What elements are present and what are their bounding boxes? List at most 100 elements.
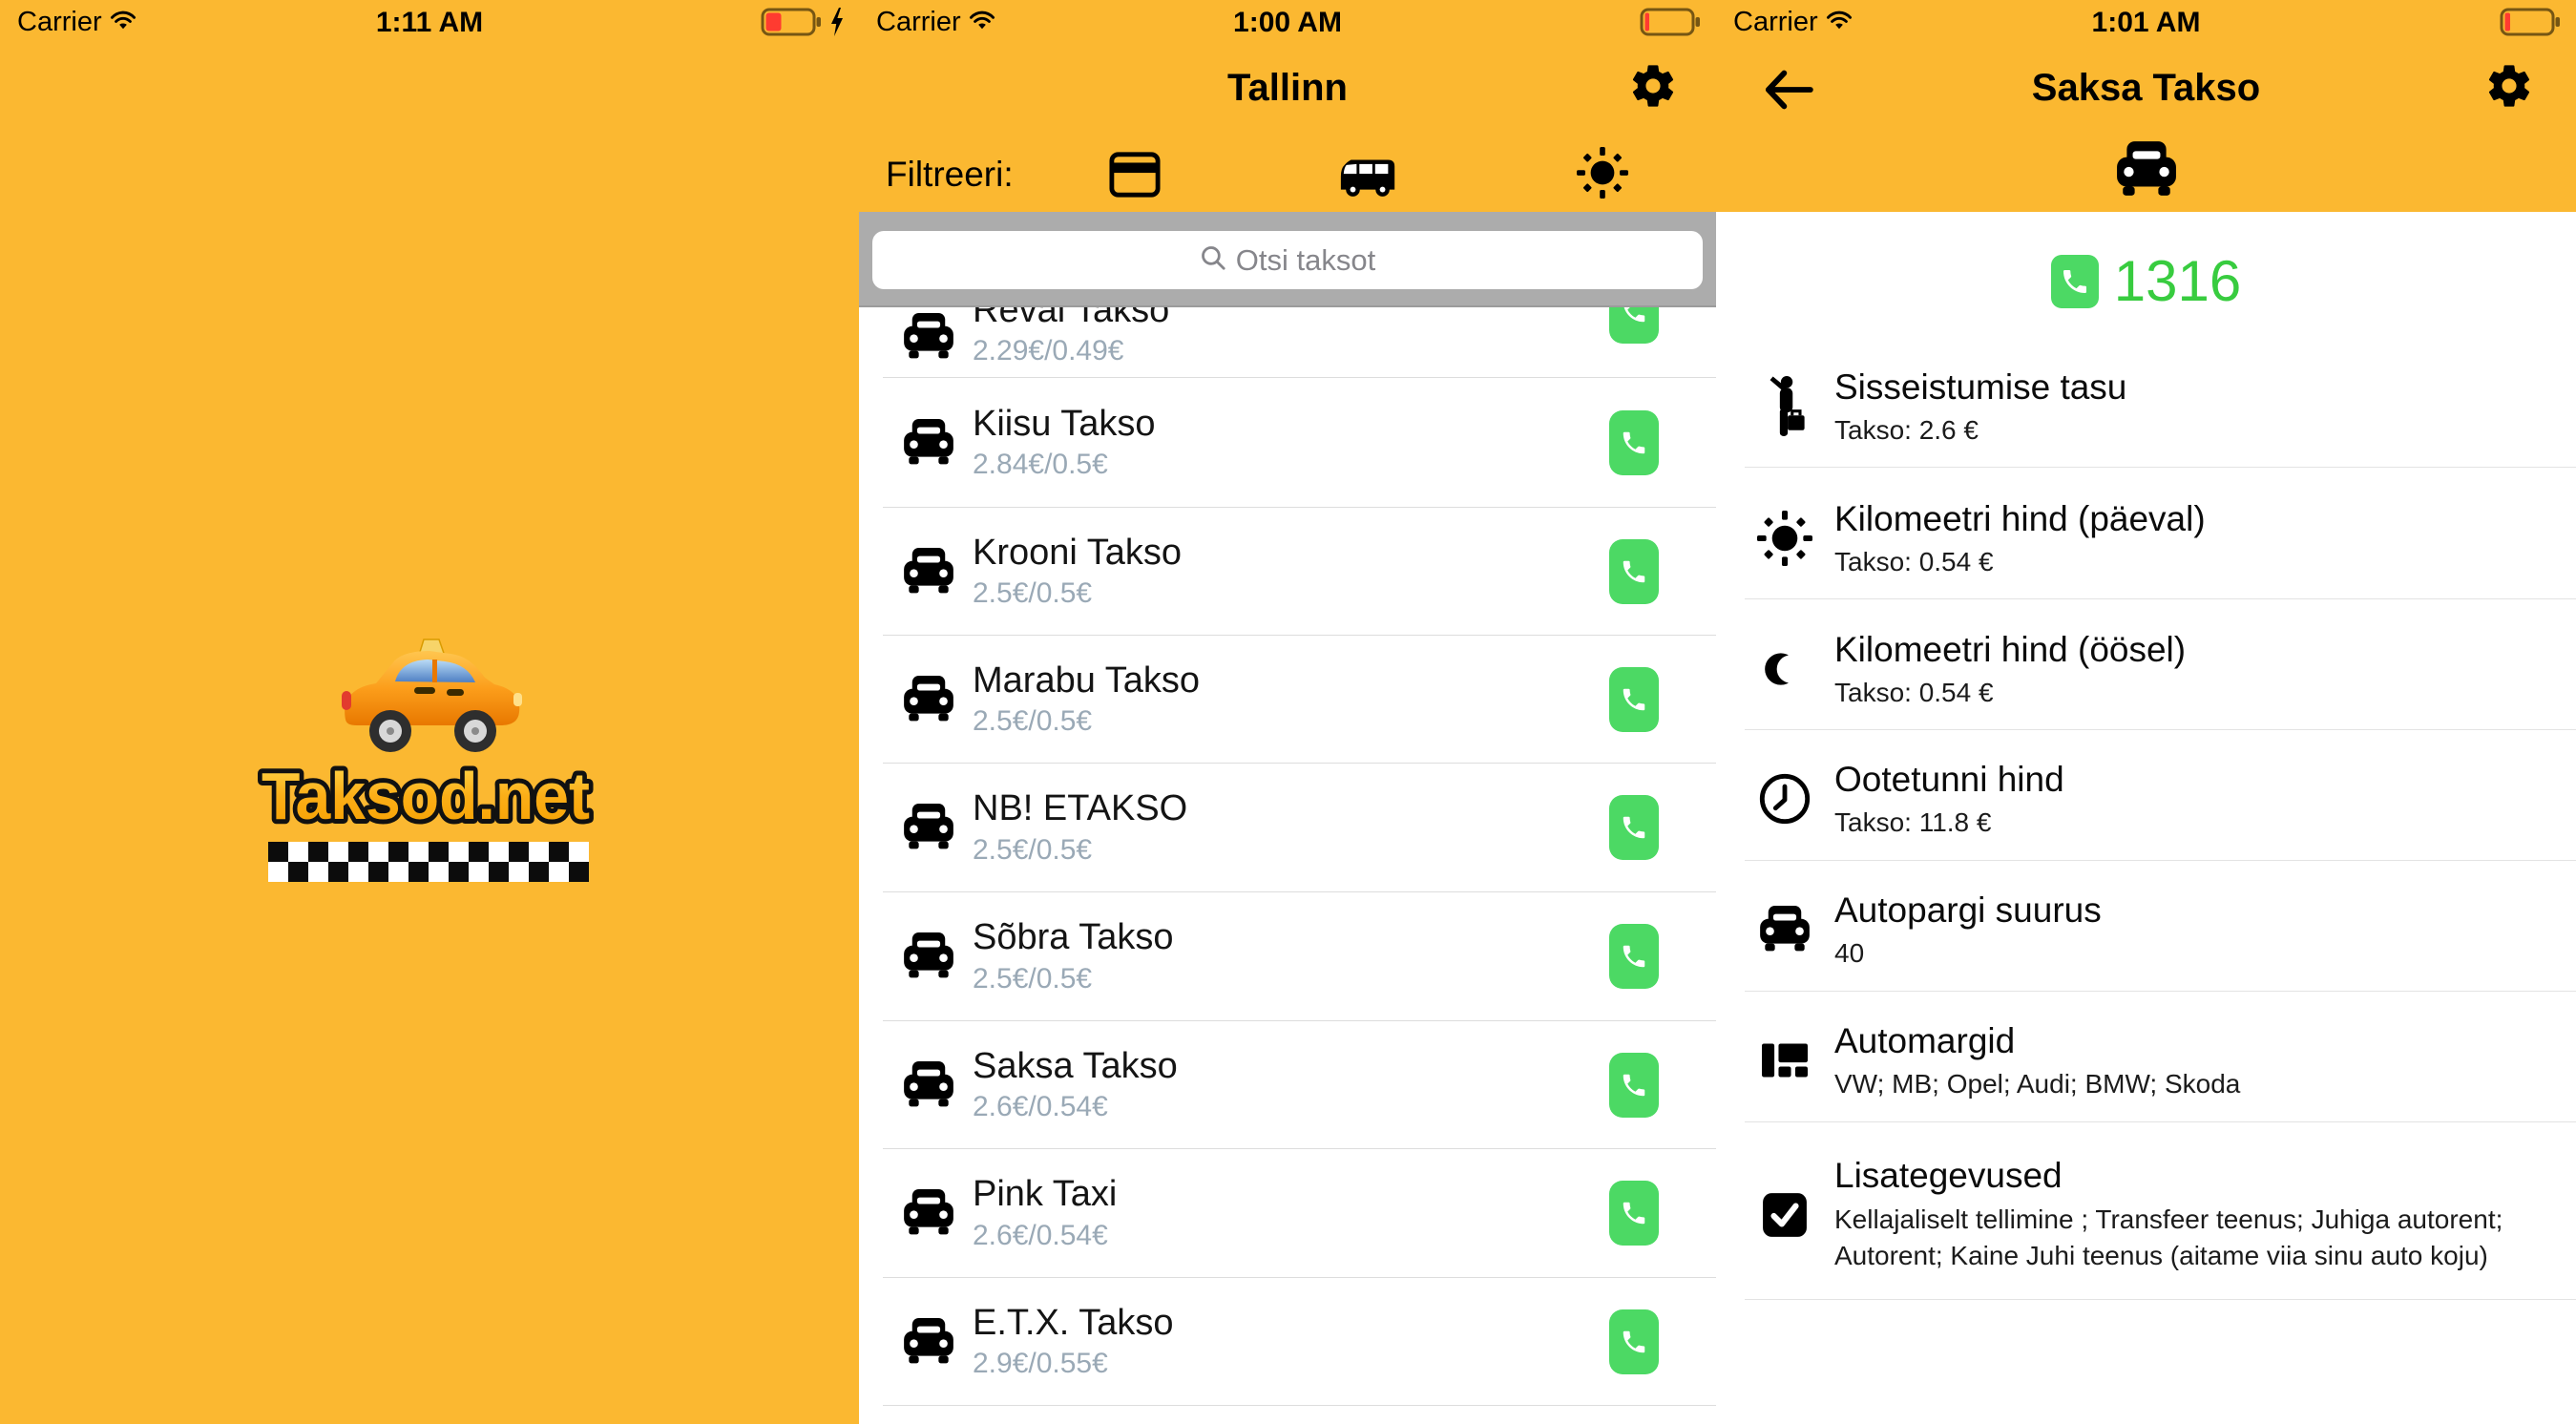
phone-icon	[2051, 255, 2099, 308]
detail-row-km-price-day: Kilomeetri hind (päeval) Takso: 0.54 €	[1745, 477, 2576, 599]
taxi-row-kiisu-takso[interactable]: Kiisu Takso2.84€/0.5€	[883, 378, 1716, 508]
call-button[interactable]	[1609, 667, 1659, 732]
search-icon	[1200, 244, 1226, 276]
taxi-price: 2.5€/0.5€	[973, 963, 1174, 995]
call-button[interactable]	[1609, 539, 1659, 604]
car-icon	[902, 548, 955, 596]
battery-icon	[761, 7, 824, 42]
status-bar: Carrier 1:11 AM	[0, 0, 859, 44]
taxi-name: Saksa Takso	[973, 1046, 1178, 1087]
car-icon	[902, 676, 955, 723]
status-bar: Carrier 1:01 AM	[1716, 0, 2576, 44]
taxi-name: Sõbra Takso	[973, 917, 1174, 958]
detail-value: VW; MB; Opel; Audi; BMW; Skoda	[1834, 1069, 2240, 1099]
detail-title: Ootetunni hind	[1834, 760, 2064, 800]
taxi-name: Kiisu Takso	[973, 404, 1156, 445]
car-icon	[902, 1189, 955, 1237]
taxi-row-pink-taxi[interactable]: Pink Taxi 2.6€/0.54€	[883, 1149, 1716, 1278]
detail-title: Autopargi suurus	[1834, 890, 2102, 931]
detail-row-boarding-fee: Sisseistumise tasu Takso: 2.6 €	[1745, 346, 2576, 468]
filter-van-button[interactable]	[1337, 155, 1400, 203]
taxi-name: NB! ETAKSO	[973, 788, 1187, 829]
detail-value: Takso: 11.8 €	[1834, 807, 2064, 838]
detail-value: Kellajaliselt tellimine ; Transfeer teen…	[1834, 1202, 2507, 1274]
taxi-name: E.T.X. Takso	[973, 1303, 1174, 1344]
status-time: 1:01 AM	[1716, 7, 2576, 39]
call-button[interactable]	[1609, 1309, 1659, 1374]
taxi-price: 2.29€/0.49€	[973, 335, 1169, 367]
taxi-row-saksa-takso[interactable]: Saksa Takso 2.6€/0.54€	[883, 1021, 1716, 1149]
taxi-row-etx-takso[interactable]: E.T.X. Takso 2.9€/0.55€	[883, 1278, 1716, 1406]
moon-icon	[1745, 645, 1825, 693]
logo-wordmark: Taksod.net	[254, 750, 597, 850]
battery-icon	[1640, 7, 1703, 42]
taxi-name: Marabu Takso	[973, 660, 1200, 702]
detail-row-car-brands: Automargid VW; MB; Opel; Audi; BMW; Skod…	[1745, 999, 2576, 1122]
detail-value: Takso: 0.54 €	[1834, 547, 2206, 577]
splash-screen: Carrier 1:11 AM	[0, 0, 859, 1424]
detail-value: Takso: 0.54 €	[1834, 678, 2186, 708]
settings-button[interactable]	[1628, 61, 1678, 111]
logo-text: Taksod.net	[262, 759, 590, 833]
phone-number: 1316	[2114, 248, 2241, 314]
car-icon	[902, 419, 955, 467]
detail-title: Kilomeetri hind (öösel)	[1834, 630, 2186, 670]
detail-row-extra-services: Lisategevused Kellajaliselt tellimine ; …	[1745, 1130, 2576, 1300]
detail-row-km-price-night: Kilomeetri hind (öösel) Takso: 0.54 €	[1745, 608, 2576, 730]
taxi-cartoon-logo	[336, 638, 527, 766]
taxi-price: 2.5€/0.5€	[973, 705, 1200, 738]
search-placeholder: Otsi taksot	[1236, 243, 1375, 278]
car-icon	[902, 804, 955, 851]
filter-card-payment-button[interactable]	[1109, 151, 1161, 203]
taxi-price: 2.6€/0.54€	[973, 1091, 1178, 1123]
taxi-row-nb-etakso[interactable]: NB! ETAKSO2.5€/0.5€	[883, 764, 1716, 892]
taxi-row-krooni-takso[interactable]: Krooni Takso2.5€/0.5€	[883, 508, 1716, 636]
taxi-price: 2.6€/0.54€	[973, 1220, 1117, 1252]
detail-row-waiting-hour: Ootetunni hind Takso: 11.8 €	[1745, 738, 2576, 861]
page-title: Tallinn	[859, 67, 1716, 110]
taxi-row-marabu-takso[interactable]: Marabu Takso2.5€/0.5€	[883, 636, 1716, 764]
status-time: 1:00 AM	[859, 7, 1716, 39]
call-button[interactable]	[1609, 1181, 1659, 1246]
call-button[interactable]	[1609, 795, 1659, 860]
settings-button[interactable]	[2484, 61, 2534, 111]
checkered-flag-strip	[268, 842, 589, 882]
status-time: 1:11 AM	[0, 7, 859, 39]
car-icon	[902, 313, 955, 361]
status-bar: Carrier 1:00 AM	[859, 0, 1716, 44]
taxi-name: Pink Taxi	[973, 1174, 1117, 1215]
filter-label: Filtreeri:	[886, 155, 1014, 195]
detail-title: Kilomeetri hind (päeval)	[1834, 499, 2206, 539]
call-button[interactable]	[1609, 924, 1659, 989]
sun-icon	[1745, 511, 1825, 566]
hailing-person-icon	[1745, 375, 1825, 438]
detail-header: Carrier 1:01 AM	[1716, 0, 2576, 212]
detail-value: 40	[1834, 938, 2102, 969]
charging-bolt-icon	[828, 8, 846, 41]
taxi-list: Reval Takso 2.29€/0.49€ Kiisu Takso2.84€…	[859, 212, 1716, 1424]
search-input[interactable]: Otsi taksot	[872, 231, 1703, 289]
filter-day-tariff-sun-button[interactable]	[1577, 147, 1628, 203]
detail-value: Takso: 2.6 €	[1834, 415, 2126, 446]
taxi-price: 2.5€/0.5€	[973, 577, 1182, 610]
search-band: Otsi taksot	[859, 212, 1716, 307]
taxi-price: 2.9€/0.55€	[973, 1348, 1174, 1380]
car-icon	[1745, 906, 1825, 953]
list-header: Carrier 1:00 AM	[859, 0, 1716, 212]
taxi-type-car-icon	[2115, 141, 2178, 203]
clock-icon	[1745, 772, 1825, 826]
taxi-detail-screen: Carrier 1:01 AM	[1716, 0, 2576, 1424]
car-brands-grid-icon	[1745, 1039, 1825, 1081]
call-button[interactable]	[1609, 410, 1659, 475]
checkbox-icon	[1745, 1191, 1825, 1239]
taxi-list-screen: Carrier 1:00 AM	[859, 0, 1716, 1424]
filter-row: Filtreeri:	[859, 143, 1716, 208]
taxi-row-sobra-takso[interactable]: Sõbra Takso 2.5€/0.5€	[883, 892, 1716, 1021]
taksod-app-screens: Carrier 1:11 AM	[0, 0, 2576, 1424]
phone-dial-row[interactable]: 1316	[1716, 248, 2576, 314]
page-title: Saksa Takso	[1716, 67, 2576, 110]
taxi-name: Krooni Takso	[973, 533, 1182, 574]
car-icon	[902, 932, 955, 980]
detail-row-fleet-size: Autopargi suurus 40	[1745, 869, 2576, 992]
call-button[interactable]	[1609, 1053, 1659, 1118]
